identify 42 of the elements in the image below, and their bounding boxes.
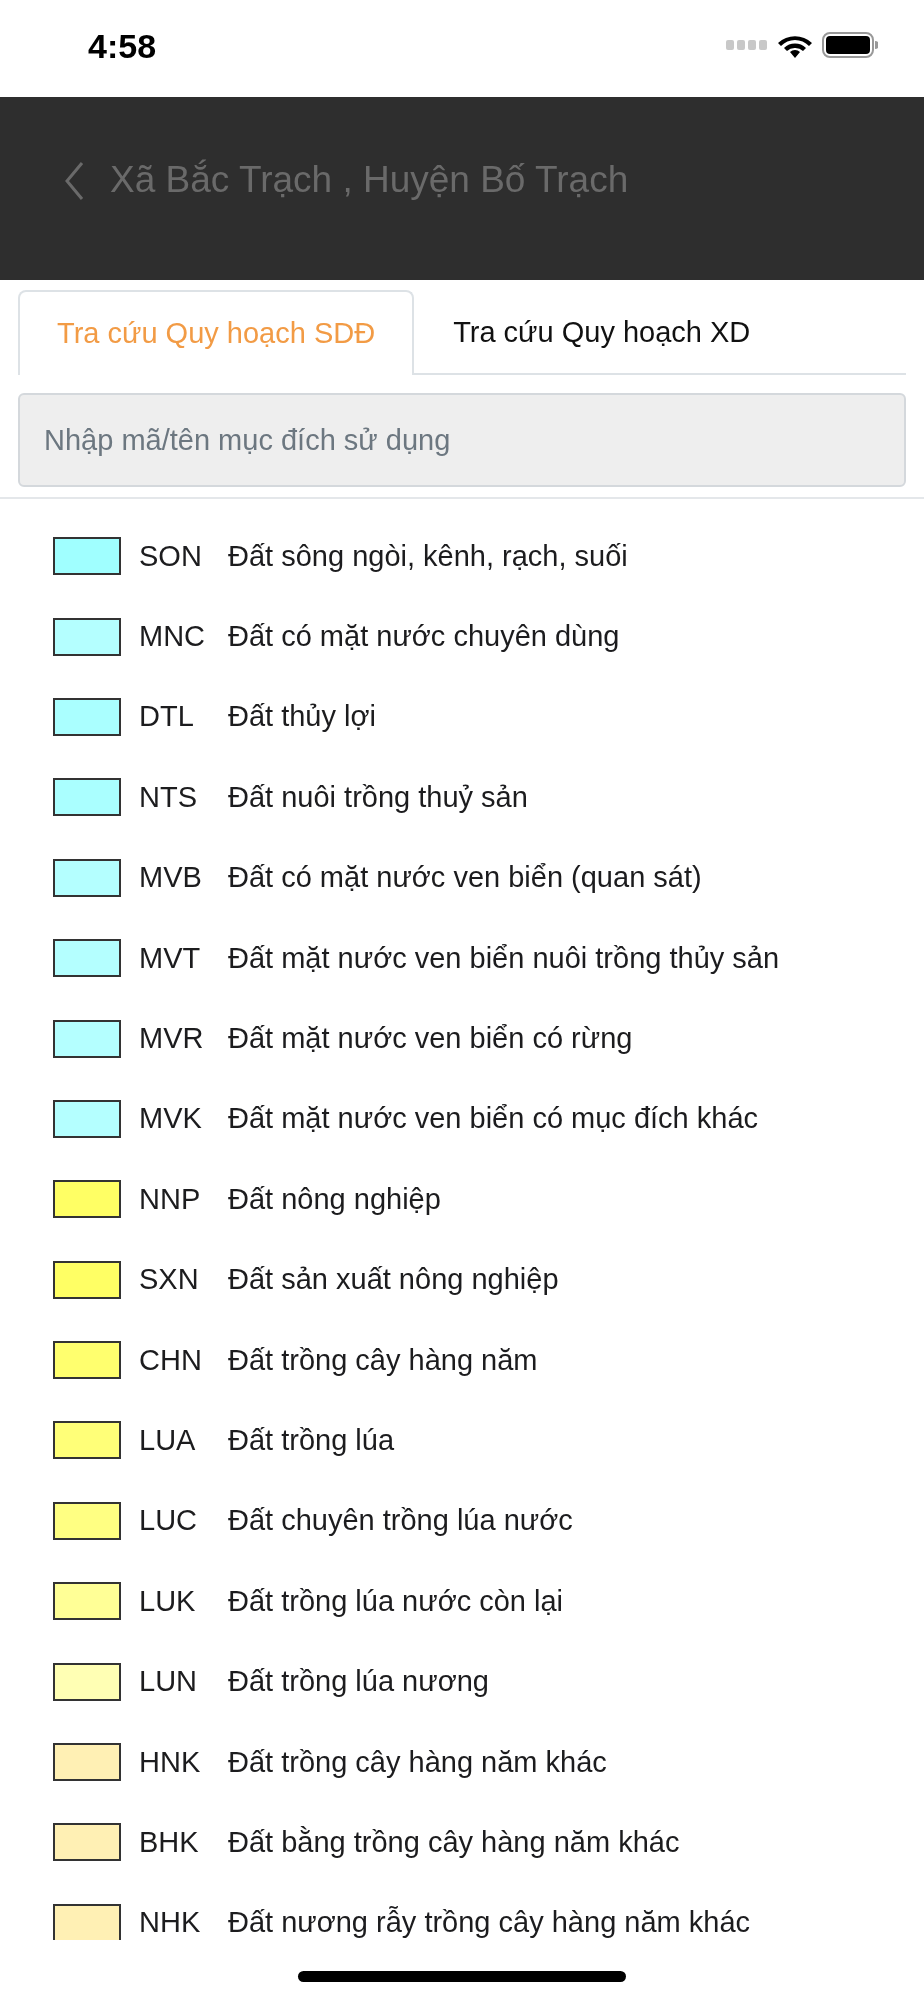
land-name: Đất trồng lúa nước còn lại	[228, 1584, 564, 1618]
land-name: Đất mặt nước ven biển có mục đích khác	[228, 1102, 759, 1136]
battery-icon	[822, 31, 878, 58]
land-code: NTS	[139, 780, 198, 814]
land-code: HNK	[139, 1745, 202, 1779]
land-name: Đất trồng lúa nương	[228, 1665, 489, 1699]
land-name: Đất chuyên trồng lúa nước	[228, 1504, 573, 1538]
land-name: Đất thủy lợi	[228, 700, 376, 734]
land-code: LUK	[139, 1584, 197, 1618]
land-code: MNC	[139, 620, 207, 654]
land-code: MVK	[139, 1102, 203, 1136]
land-code: LUC	[139, 1504, 198, 1538]
land-code: CHN	[139, 1343, 203, 1377]
land-name: Đất sông ngòi, kênh, rạch, suối	[228, 539, 628, 573]
land-name: Đất nông nghiệp	[228, 1182, 441, 1216]
land-name: Đất trồng cây hàng năm khác	[228, 1745, 607, 1779]
land-code: DTL	[139, 700, 195, 734]
search-field[interactable]: Nhập mã/tên mục đích sử dụng	[18, 393, 906, 487]
land-name: Đất nuôi trồng thuỷ sản	[228, 780, 528, 814]
status-time: 4:58	[88, 27, 157, 66]
land-name: Đất bằng trồng cây hàng năm khác	[228, 1825, 680, 1859]
land-name: Đất trồng lúa	[228, 1424, 395, 1457]
land-code: SON	[139, 539, 203, 573]
land-code: NHK	[139, 1906, 202, 1940]
signal-icon	[726, 39, 768, 50]
land-name: Đất sản xuất nông nghiệp	[228, 1263, 559, 1297]
land-code: NNP	[139, 1182, 202, 1216]
land-code: LUA	[139, 1424, 197, 1457]
land-code: MVT	[139, 941, 202, 975]
land-name: Đất trồng cây hàng năm	[228, 1343, 538, 1377]
land-name: Đất mặt nước ven biển có rừng	[228, 1022, 633, 1056]
land-name: Đất có mặt nước chuyên dùng	[228, 620, 620, 654]
land-code: BHK	[139, 1825, 200, 1859]
land-code: LUN	[139, 1665, 198, 1699]
back-icon[interactable]	[64, 161, 84, 201]
header-title: Xã Bắc Trạch , Huyện Bố Trạch	[110, 158, 629, 202]
land-name: Đất có mặt nước ven biển (quan sát)	[228, 861, 702, 895]
land-name: Đất nương rẫy trồng cây hàng năm khác	[228, 1906, 751, 1940]
land-name: Đất mặt nước ven biển nuôi trồng thủy sản	[228, 941, 780, 975]
land-code: SXN	[139, 1263, 200, 1297]
land-code: MVB	[139, 861, 203, 895]
land-code: MVR	[139, 1022, 205, 1056]
